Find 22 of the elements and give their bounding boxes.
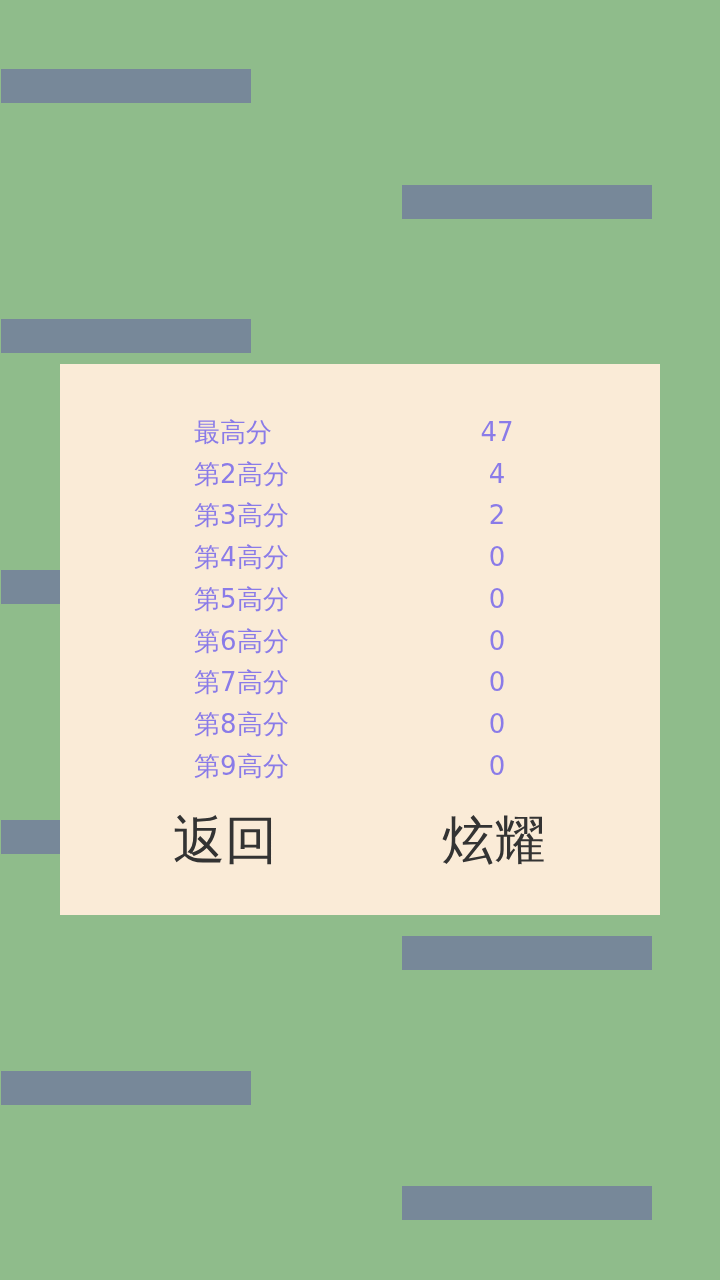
score-value: 0	[488, 749, 506, 783]
score-value: 0	[488, 707, 506, 741]
rank-label: 第5高分	[194, 582, 289, 616]
score-value: 0	[488, 541, 506, 575]
score-value: 47	[480, 416, 514, 449]
rank-label: 第2高分	[194, 457, 289, 491]
score-value: 4	[488, 457, 506, 491]
score-value: 0	[488, 582, 506, 616]
rank-label: 第4高分	[194, 541, 289, 575]
rank-label: 最高分	[194, 416, 272, 449]
score-value: 2	[488, 499, 506, 533]
rank-label: 第6高分	[194, 624, 289, 658]
share-button[interactable]: 炫耀	[442, 809, 546, 872]
rank-label: 第7高分	[194, 666, 289, 700]
platform	[1, 570, 60, 604]
score-value: 0	[488, 666, 506, 700]
platform	[1, 820, 60, 854]
rank-label: 第8高分	[194, 707, 289, 741]
score-value: 0	[488, 624, 506, 658]
rank-label: 第9高分	[194, 749, 289, 783]
back-button[interactable]: 返回	[173, 809, 277, 872]
rank-label: 第3高分	[194, 499, 289, 533]
